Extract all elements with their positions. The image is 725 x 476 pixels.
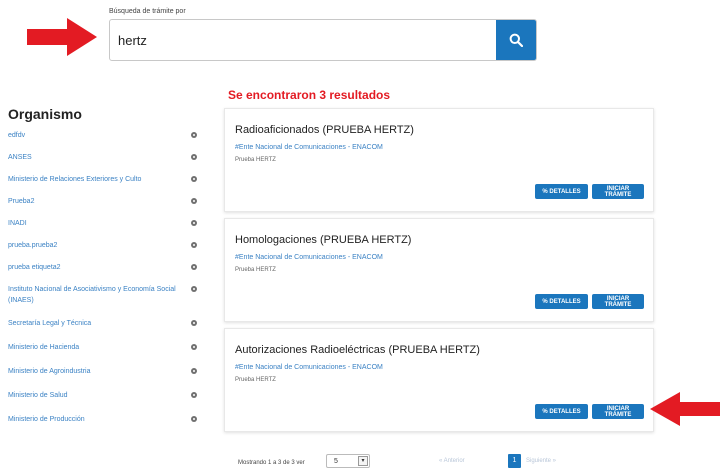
card-title: Homologaciones (PRUEBA HERTZ) <box>235 234 412 246</box>
info-dot-icon <box>191 416 197 422</box>
card-org-link[interactable]: #Ente Nacional de Comunicaciones - ENACO… <box>235 144 383 151</box>
card-description: Prueba HERTZ <box>235 267 276 273</box>
sidebar-item-label: prueba.prueba2 <box>8 242 58 249</box>
pagination-showing-text: Mostrando 1 a 3 de 3 ver <box>238 460 305 466</box>
card-org-link[interactable]: #Ente Nacional de Comunicaciones - ENACO… <box>235 254 383 261</box>
previous-page-link[interactable]: « Anterior <box>439 458 465 464</box>
arrow-right-icon <box>27 18 97 56</box>
result-card: Homologaciones (PRUEBA HERTZ) #Ente Naci… <box>224 218 654 322</box>
result-card: Autorizaciones Radioeléctricas (PRUEBA H… <box>224 328 654 432</box>
details-label: DETALLES <box>549 408 581 415</box>
sidebar-item-prueba-etiqueta2[interactable]: prueba etiqueta2 <box>8 262 198 284</box>
info-dot-icon <box>191 154 197 160</box>
start-procedure-button[interactable]: INICIAR TRÁMITE <box>592 184 644 199</box>
sidebar-item-label: INADI <box>8 220 27 227</box>
info-dot-icon <box>191 264 197 270</box>
details-button[interactable]: % DETALLES <box>535 404 588 419</box>
page-size-select[interactable]: 5 ▾ <box>326 454 370 468</box>
info-dot-icon <box>191 242 197 248</box>
organismo-list: edfdv ANSES Ministerio de Relaciones Ext… <box>8 130 198 436</box>
search-icon <box>509 33 523 47</box>
details-button[interactable]: % DETALLES <box>535 294 588 309</box>
info-dot-icon <box>191 132 197 138</box>
details-icon: % <box>542 298 550 305</box>
arrow-left-icon <box>650 392 720 426</box>
pagination: Mostrando 1 a 3 de 3 ver 5 ▾ « Anterior … <box>224 448 654 470</box>
sidebar-item-inadi[interactable]: INADI <box>8 218 198 240</box>
info-dot-icon <box>191 368 197 374</box>
sidebar-item-prueba-prueba2[interactable]: prueba.prueba2 <box>8 240 198 262</box>
info-dot-icon <box>191 344 197 350</box>
sidebar-item-label: ANSES <box>8 154 32 161</box>
sidebar-item-inaes[interactable]: Instituto Nacional de Asociativismo y Ec… <box>8 284 198 318</box>
result-card: Radioaficionados (PRUEBA HERTZ) #Ente Na… <box>224 108 654 212</box>
card-org-link[interactable]: #Ente Nacional de Comunicaciones - ENACO… <box>235 364 383 371</box>
sidebar-item-label: edfdv <box>8 132 26 139</box>
caret-down-icon: ▾ <box>358 456 368 466</box>
page: Búsqueda de trámite por Organismo edfdv … <box>0 0 725 476</box>
sidebar-item-salud[interactable]: Ministerio de Salud <box>8 390 198 414</box>
sidebar-item-anses[interactable]: ANSES <box>8 152 198 174</box>
search-button[interactable] <box>496 20 536 60</box>
card-title: Autorizaciones Radioeléctricas (PRUEBA H… <box>235 344 480 356</box>
info-dot-icon <box>191 392 197 398</box>
card-description: Prueba HERTZ <box>235 157 276 163</box>
sidebar-item-agroindustria[interactable]: Ministerio de Agroindustria <box>8 366 198 390</box>
sidebar-item-secretaria-legal[interactable]: Secretaría Legal y Técnica <box>8 318 198 342</box>
info-dot-icon <box>191 286 197 292</box>
search-label: Búsqueda de trámite por <box>109 8 186 15</box>
info-dot-icon <box>191 220 197 226</box>
sidebar-item-label: Ministerio de Producción <box>8 416 85 423</box>
sidebar-item-hacienda[interactable]: Ministerio de Hacienda <box>8 342 198 366</box>
sidebar-item-label: Ministerio de Salud <box>8 392 68 399</box>
sidebar-item-label: Secretaría Legal y Técnica <box>8 320 92 327</box>
sidebar-item-label: Ministerio de Hacienda <box>8 344 80 351</box>
search-box <box>109 19 537 61</box>
sidebar-item-produccion[interactable]: Ministerio de Producción <box>8 414 198 436</box>
page-size-value: 5 <box>334 458 338 465</box>
sidebar-item-label: Prueba2 <box>8 198 35 205</box>
sidebar-title: Organismo <box>8 106 82 122</box>
results-count-heading: Se encontraron 3 resultados <box>228 88 391 102</box>
info-dot-icon <box>191 320 197 326</box>
info-dot-icon <box>191 198 197 204</box>
sidebar-item-label: Ministerio de Relaciones Exteriores y Cu… <box>8 176 142 183</box>
details-label: DETALLES <box>549 188 581 195</box>
sidebar-item-label: Ministerio de Agroindustria <box>8 368 91 375</box>
start-procedure-button[interactable]: INICIAR TRÁMITE <box>592 404 644 419</box>
sidebar-item-relaciones-exteriores[interactable]: Ministerio de Relaciones Exteriores y Cu… <box>8 174 198 196</box>
sidebar-item-label: Instituto Nacional de Asociativismo y Ec… <box>8 286 176 305</box>
search-input[interactable] <box>118 20 488 60</box>
page-number-current[interactable]: 1 <box>508 454 521 468</box>
sidebar-item-label: prueba etiqueta2 <box>8 264 61 271</box>
details-icon: % <box>542 188 550 195</box>
sidebar-item-edfdv[interactable]: edfdv <box>8 130 198 152</box>
card-description: Prueba HERTZ <box>235 377 276 383</box>
start-procedure-button[interactable]: INICIAR TRÁMITE <box>592 294 644 309</box>
info-dot-icon <box>191 176 197 182</box>
next-page-link[interactable]: Siguiente » <box>526 458 556 464</box>
details-label: DETALLES <box>549 298 581 305</box>
details-icon: % <box>542 408 550 415</box>
card-title: Radioaficionados (PRUEBA HERTZ) <box>235 124 414 136</box>
sidebar-item-prueba2[interactable]: Prueba2 <box>8 196 198 218</box>
details-button[interactable]: % DETALLES <box>535 184 588 199</box>
